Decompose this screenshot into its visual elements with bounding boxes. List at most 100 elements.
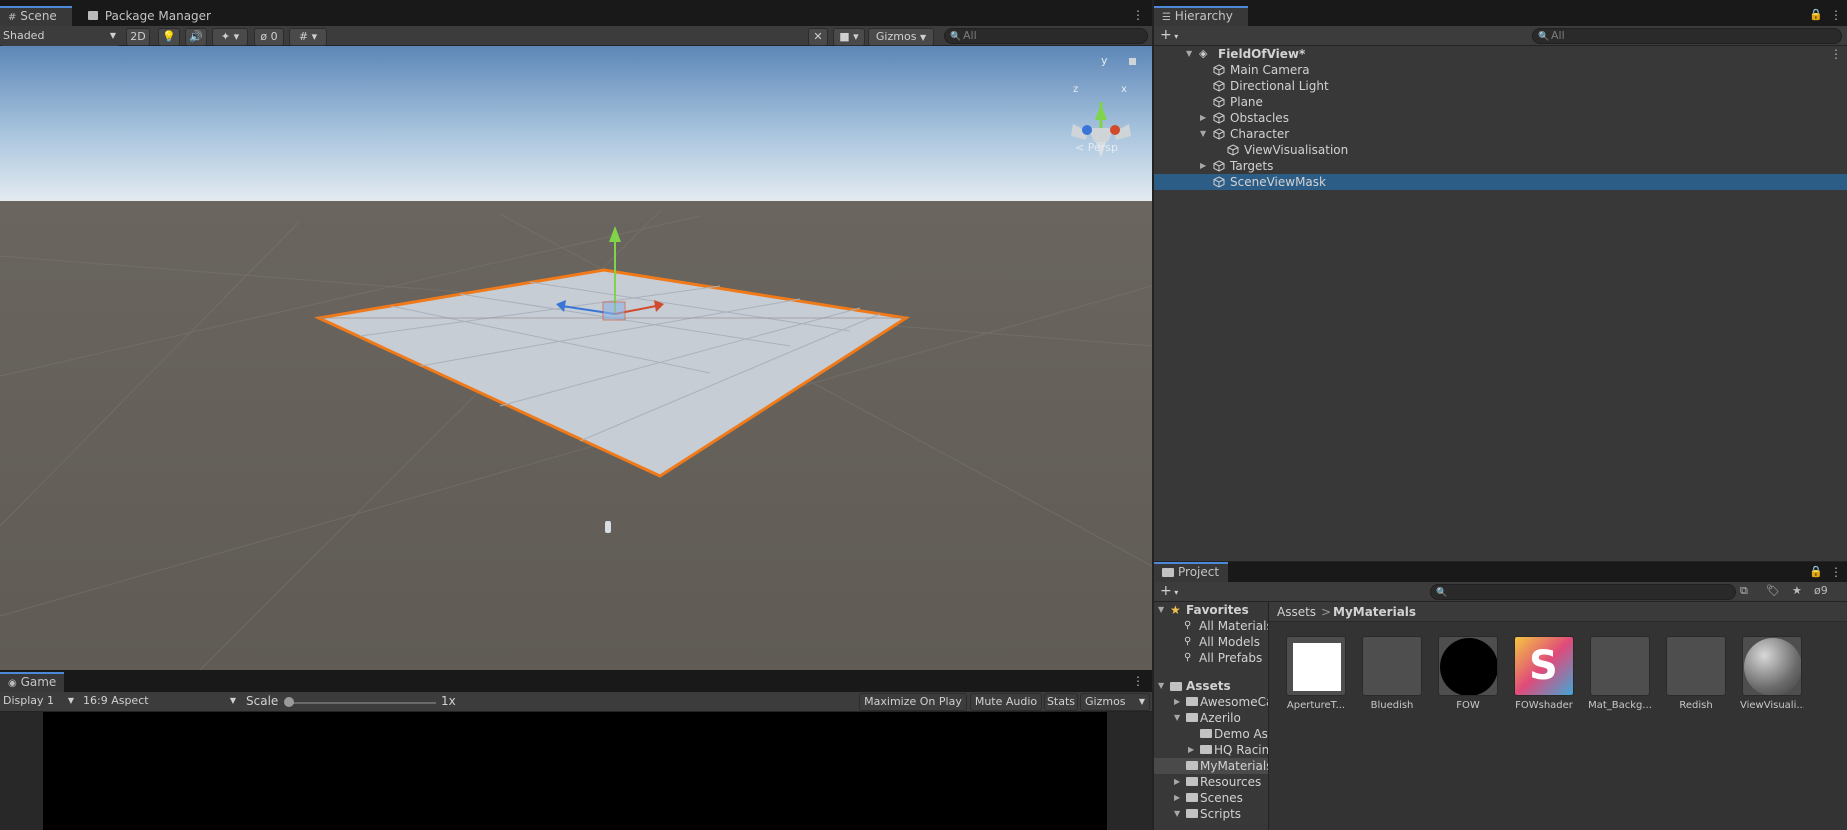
asset-thumbnail bbox=[1590, 636, 1650, 696]
chevron-right-icon[interactable]: ▶ bbox=[1200, 158, 1206, 174]
shading-mode-dropdown[interactable]: Shaded ▼ bbox=[0, 28, 120, 46]
toggle-2d-button[interactable]: 2D bbox=[126, 28, 150, 46]
lock-icon[interactable]: 🔒 bbox=[1809, 565, 1823, 578]
create-asset-dropdown[interactable]: + ▾ bbox=[1160, 583, 1178, 599]
favorites-item[interactable]: ⚲ All Materials bbox=[1154, 618, 1268, 634]
chevron-down-icon: ▼ bbox=[1186, 49, 1193, 58]
hierarchy-item-label: Character bbox=[1230, 127, 1290, 141]
chevron-down-icon: ▾ bbox=[1171, 588, 1179, 597]
asset-tile[interactable]: FOW bbox=[1436, 636, 1500, 711]
mute-audio-button[interactable]: Mute Audio bbox=[970, 693, 1042, 711]
asset-tile[interactable]: Bluedish bbox=[1360, 636, 1424, 711]
folder-item[interactable]: ▶ AwesomeCa bbox=[1154, 694, 1268, 710]
star-icon: ★ bbox=[1170, 603, 1181, 617]
asset-label: FOWshader bbox=[1515, 700, 1573, 711]
tab-game[interactable]: ◉ Game bbox=[0, 672, 64, 692]
game-render[interactable] bbox=[43, 712, 1107, 830]
kebab-menu-icon[interactable]: ⋮ bbox=[1132, 674, 1144, 688]
grid-snap-dropdown[interactable]: # ▾ bbox=[289, 28, 327, 46]
favorites-item[interactable]: ⚲ All Models bbox=[1154, 634, 1268, 650]
asset-tile[interactable]: Mat_Backg... bbox=[1588, 636, 1652, 711]
folder-item[interactable]: ▼ Azerilo bbox=[1154, 710, 1268, 726]
kebab-menu-icon[interactable]: ⋮ bbox=[1830, 46, 1842, 62]
asset-thumbnail bbox=[1286, 636, 1346, 696]
character-object[interactable] bbox=[605, 521, 611, 533]
scene-viewport[interactable]: y x z < Persp bbox=[0, 46, 1152, 670]
chevron-right-icon[interactable]: ▶ bbox=[1200, 110, 1206, 126]
folder-item[interactable]: Demo Ass bbox=[1154, 726, 1268, 742]
folder-item[interactable]: ▶ Resources bbox=[1154, 774, 1268, 790]
asset-tile[interactable]: ViewVisuali... bbox=[1740, 636, 1804, 711]
add-object-dropdown[interactable]: + ▾ bbox=[1160, 27, 1178, 43]
hierarchy-search-input[interactable]: 🔍 All bbox=[1532, 28, 1842, 44]
hierarchy-item[interactable]: Main Camera bbox=[1154, 62, 1847, 78]
display-dropdown[interactable]: Display 1 ▼ bbox=[0, 693, 78, 711]
assets-header[interactable]: ▼ Assets bbox=[1154, 678, 1268, 694]
chevron-right-icon[interactable]: ▶ bbox=[1174, 774, 1180, 790]
chevron-right-icon[interactable]: ▶ bbox=[1174, 790, 1180, 806]
folder-icon bbox=[1186, 809, 1198, 818]
kebab-menu-icon[interactable]: ⋮ bbox=[1830, 565, 1842, 579]
folder-item-label: Demo Ass bbox=[1214, 727, 1268, 741]
lighting-toggle-button[interactable]: 💡 bbox=[158, 28, 180, 46]
hierarchy-item[interactable]: ▼ Character bbox=[1154, 126, 1847, 142]
game-gizmos-dropdown[interactable]: Gizmos ▼ bbox=[1080, 693, 1150, 711]
search-icon: 🔍 bbox=[1538, 32, 1550, 42]
aspect-dropdown[interactable]: 16:9 Aspect ▼ bbox=[80, 693, 240, 711]
audio-toggle-button[interactable]: 🔊 bbox=[185, 28, 207, 46]
search-by-type-icon[interactable]: ⧉ bbox=[1740, 584, 1758, 600]
tab-package-manager[interactable]: Package Manager bbox=[80, 6, 211, 26]
chevron-down-icon[interactable]: ▼ bbox=[1174, 806, 1180, 822]
asset-tile[interactable]: ApertureT... bbox=[1284, 636, 1348, 711]
favorites-header[interactable]: ▼ ★ Favorites bbox=[1154, 602, 1268, 618]
scale-slider-thumb[interactable] bbox=[284, 697, 294, 707]
breadcrumb-current[interactable]: MyMaterials bbox=[1333, 605, 1416, 619]
breadcrumb-root[interactable]: Assets bbox=[1277, 605, 1316, 619]
maximize-on-play-button[interactable]: Maximize On Play bbox=[859, 693, 967, 711]
projection-label[interactable]: < Persp bbox=[1075, 141, 1118, 154]
lock-icon[interactable]: 🔒 bbox=[1809, 8, 1823, 21]
folder-item[interactable]: ▼ Scripts bbox=[1154, 806, 1268, 822]
hierarchy-item[interactable]: ▶ Obstacles bbox=[1154, 110, 1847, 126]
hierarchy-item[interactable]: ViewVisualisation bbox=[1154, 142, 1847, 158]
scene-root-row[interactable]: ▼ ◈ FieldOfView* ⋮ bbox=[1154, 46, 1847, 62]
scene-name: FieldOfView* bbox=[1218, 47, 1306, 61]
project-search-input[interactable]: 🔍 bbox=[1430, 584, 1736, 600]
hidden-packages-toggle[interactable]: ø9 bbox=[1814, 584, 1828, 597]
hierarchy-tabbar: ☰ Hierarchy 🔒 ⋮ bbox=[1154, 0, 1847, 26]
plus-icon: + bbox=[1160, 583, 1172, 599]
star-icon[interactable]: ★ bbox=[1792, 584, 1810, 600]
scale-slider-track[interactable] bbox=[288, 702, 436, 704]
tab-hierarchy[interactable]: ☰ Hierarchy bbox=[1154, 6, 1248, 26]
asset-tile[interactable]: S FOWshader bbox=[1512, 636, 1576, 711]
asset-tile[interactable]: Redish bbox=[1664, 636, 1728, 711]
scene-tabbar: # Scene Package Manager ⋮ bbox=[0, 0, 1152, 26]
favorites-item[interactable]: ⚲ All Prefabs bbox=[1154, 650, 1268, 666]
chevron-right-icon[interactable]: ▶ bbox=[1174, 694, 1180, 710]
scene-search-input[interactable]: 🔍 All bbox=[944, 28, 1148, 44]
scene-gizmos-dropdown[interactable]: Gizmos ▼ bbox=[868, 28, 934, 46]
tab-scene[interactable]: # Scene bbox=[0, 6, 72, 26]
eye-slash-icon: ø bbox=[260, 30, 268, 43]
chevron-down-icon[interactable]: ▼ bbox=[1174, 710, 1180, 726]
folder-item[interactable]: ▶ HQ Racin bbox=[1154, 742, 1268, 758]
hierarchy-item[interactable]: Directional Light bbox=[1154, 78, 1847, 94]
hierarchy-item[interactable]: SceneViewMask bbox=[1154, 174, 1847, 190]
folder-item[interactable]: MyMaterials bbox=[1154, 758, 1268, 774]
search-by-label-icon[interactable]: 🏷 bbox=[1766, 584, 1784, 600]
hierarchy-item[interactable]: Plane bbox=[1154, 94, 1847, 110]
camera-dropdown[interactable]: ■ ▾ bbox=[833, 28, 865, 46]
asset-label: Bluedish bbox=[1370, 700, 1414, 711]
hidden-objects-toggle[interactable]: ø 0 bbox=[254, 28, 284, 46]
tools-button[interactable]: ✕ bbox=[808, 28, 828, 46]
folder-icon bbox=[1186, 777, 1198, 786]
folder-item[interactable]: ▶ Scenes bbox=[1154, 790, 1268, 806]
tab-project[interactable]: Project bbox=[1154, 562, 1228, 582]
stats-button[interactable]: Stats bbox=[1044, 693, 1078, 711]
kebab-menu-icon[interactable]: ⋮ bbox=[1830, 8, 1842, 22]
kebab-menu-icon[interactable]: ⋮ bbox=[1132, 8, 1144, 22]
chevron-down-icon[interactable]: ▼ bbox=[1200, 126, 1206, 142]
chevron-right-icon[interactable]: ▶ bbox=[1188, 742, 1194, 758]
hierarchy-item[interactable]: ▶ Targets bbox=[1154, 158, 1847, 174]
effects-dropdown[interactable]: ✦ ▾ bbox=[212, 28, 248, 46]
